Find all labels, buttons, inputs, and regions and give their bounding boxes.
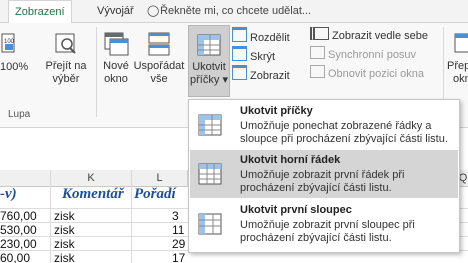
sync-scroll-icon: [310, 46, 325, 59]
freeze-panes-label-1: Ukotvit: [192, 61, 226, 73]
arrange-all-label-2: vše: [150, 73, 168, 85]
menu-item-desc-line-1: Umožňuje zobrazit první sloupec při: [240, 219, 415, 231]
unhide-button[interactable]: Zobrazit: [232, 65, 290, 82]
split-button[interactable]: Rozdělit: [232, 27, 290, 44]
tab-vyvojar[interactable]: Vývojář: [97, 0, 134, 22]
table-cell-rank[interactable]: 3: [172, 209, 179, 223]
hide-window-icon: [232, 46, 247, 61]
zoom-selection-icon: [53, 31, 79, 57]
view-side-by-side-button[interactable]: Zobrazit vedle sebe: [310, 27, 428, 43]
lightbulb-icon: ◯: [147, 5, 160, 17]
hide-button[interactable]: Skrýt: [232, 46, 275, 63]
freeze-panes-icon: [196, 32, 222, 58]
zoom-to-selection-button[interactable]: Přejít na výběr: [42, 31, 90, 86]
column-header-k[interactable]: K: [51, 170, 132, 187]
freeze-panes-menu: Ukotvit příčky Umožňuje ponechat zobraze…: [188, 99, 460, 253]
freeze-panes-button[interactable]: Ukotvit příčky ▾: [188, 25, 230, 97]
switch-windows-icon: [453, 31, 468, 57]
zoom-selection-label-1: Přejít na: [45, 60, 87, 72]
menu-item-desc-line-1: Umožňuje ponechat zobrazené řádky a: [240, 120, 432, 132]
tell-me-text: Řekněte mi, co chcete udělat...: [160, 5, 312, 17]
new-window-label-1: Nové: [103, 60, 129, 72]
table-cell-value[interactable]: 760,00: [0, 209, 37, 223]
new-window-icon: [103, 31, 129, 57]
table-cell-rank[interactable]: 17: [172, 251, 185, 263]
reset-window-position-button[interactable]: Obnovit pozici okna: [310, 65, 424, 81]
arrange-all-button[interactable]: Uspořádat vše: [133, 31, 185, 86]
svg-text:100: 100: [4, 39, 15, 45]
menu-item-title: Ukotvit první sloupec: [240, 204, 352, 216]
zoom-100-icon: 100: [1, 31, 17, 57]
menu-item-freeze-panes[interactable]: Ukotvit příčky Umožňuje ponechat zobraze…: [190, 101, 458, 149]
zoom-100-label: 100%: [0, 61, 29, 73]
header-cell-komentar[interactable]: Komentář: [62, 186, 124, 203]
table-cell-value[interactable]: 530,00: [0, 223, 37, 237]
tab-zobrazeni[interactable]: Zobrazení: [8, 0, 72, 24]
zoom-selection-label-2: výběr: [52, 73, 80, 85]
unhide-window-icon: [232, 65, 247, 80]
table-cell-comment[interactable]: zisk: [54, 237, 75, 251]
table-cell-rank[interactable]: 11: [172, 223, 184, 237]
table-cell-comment[interactable]: zisk: [54, 209, 75, 223]
menu-item-freeze-first-column[interactable]: Ukotvit první sloupec Umožňuje zobrazit …: [190, 200, 458, 248]
reset-position-icon: [310, 65, 325, 78]
chevron-down-icon: ▾: [222, 74, 228, 86]
menu-item-freeze-top-row[interactable]: Ukotvit horní řádek Umožňuje zobrazit pr…: [190, 150, 458, 198]
freeze-panes-label-2: příčky ▾: [190, 74, 228, 86]
menu-item-desc-line-1: Umožňuje zobrazit první řádek při: [240, 169, 405, 181]
tell-me-box[interactable]: ◯ Řekněte mi, co chcete udělat...: [147, 0, 311, 22]
arrange-all-icon: [146, 31, 172, 57]
new-window-label-2: okno: [104, 73, 128, 85]
ribbon-tabs: Zobrazení Vývojář ◯ Řekněte mi, co chcet…: [0, 0, 468, 24]
menu-item-desc-line-2: sloupce při procházení zbývající části l…: [240, 133, 448, 145]
table-cell-value[interactable]: 230,00: [0, 237, 37, 251]
column-header-l[interactable]: L: [132, 170, 188, 187]
column-header-j[interactable]: [0, 170, 51, 187]
menu-item-title: Ukotvit horní řádek: [240, 154, 341, 166]
arrange-all-label-1: Uspořádat: [133, 60, 185, 72]
switch-windows-label-2: okn: [453, 73, 468, 85]
switch-windows-label-1: Přep: [447, 60, 468, 72]
freeze-first-column-icon: [198, 212, 224, 236]
freeze-top-row-icon: [198, 162, 224, 186]
split-icon: [232, 27, 247, 42]
table-cell-comment[interactable]: zisk: [54, 223, 75, 237]
menu-item-desc-line-2: procházení zbývající části listu.: [240, 232, 392, 244]
table-cell-rank[interactable]: 29: [172, 237, 185, 251]
gridline: [131, 186, 132, 263]
group-zoom-label: Lupa: [8, 109, 31, 120]
freeze-panes-icon: [198, 113, 224, 137]
switch-windows-button[interactable]: Přep okn: [447, 31, 468, 86]
new-window-button[interactable]: Nové okno: [100, 31, 132, 86]
table-cell-comment[interactable]: zisk: [54, 251, 75, 263]
synchronous-scrolling-button[interactable]: Synchronní posuv: [310, 46, 416, 62]
table-cell-value[interactable]: 60,00: [0, 251, 30, 263]
menu-item-desc-line-2: procházení zbývající části listu.: [240, 182, 392, 194]
group-separator: [96, 27, 97, 117]
header-cell-value[interactable]: -v): [0, 186, 17, 203]
zoom-100-button[interactable]: 100 100%: [0, 31, 28, 73]
side-by-side-icon: [310, 27, 329, 40]
header-cell-poradi[interactable]: Pořadí: [134, 186, 176, 203]
menu-item-title: Ukotvit příčky: [240, 105, 313, 117]
gridline: [50, 186, 51, 263]
